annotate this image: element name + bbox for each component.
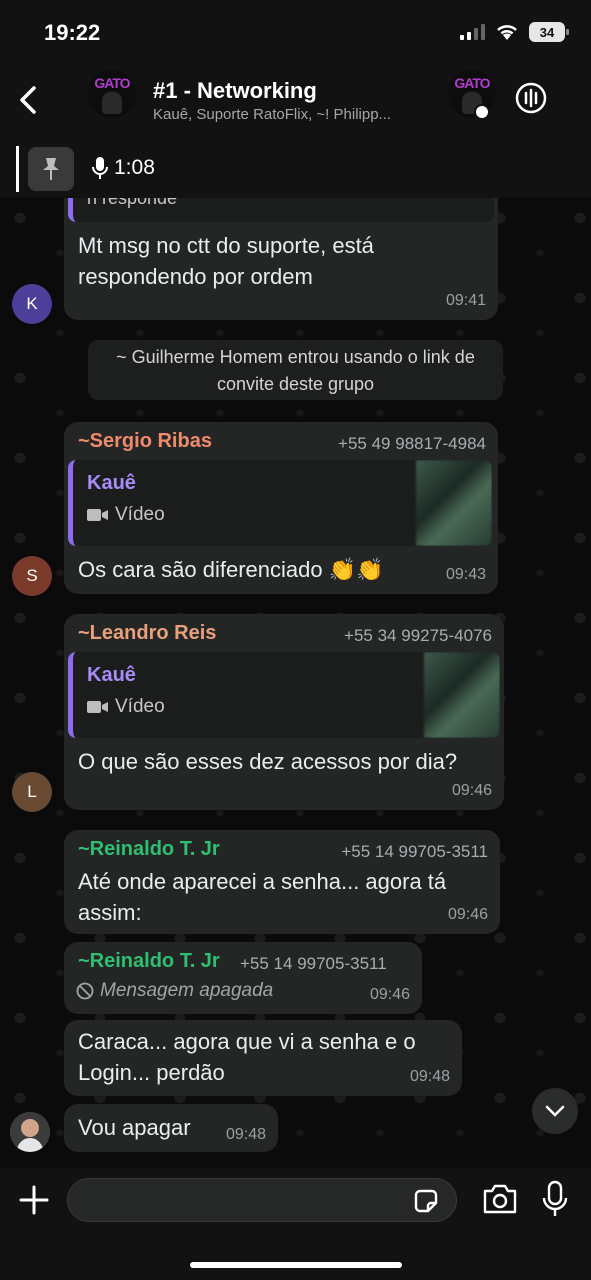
quoted-type: Vídeo (87, 504, 165, 526)
quoted-sender: Kauê (87, 472, 136, 494)
message-bubble[interactable]: Vou apagar 09:48 (64, 1104, 278, 1152)
avatar[interactable]: S (12, 556, 52, 596)
chevron-down-icon (545, 1105, 565, 1117)
chat-participants[interactable]: Kauê, Suporte RatoFlix, ~! Philipp... (153, 106, 443, 123)
message-bubble[interactable]: ~Sergio Ribas +55 49 98817-4984 Kauê Víd… (64, 422, 498, 594)
message-bubble[interactable]: n responde Mt msg no ctt do suporte, est… (64, 198, 498, 320)
sender-name[interactable]: ~Leandro Reis (78, 622, 216, 645)
quoted-type: Vídeo (87, 696, 165, 718)
message-time: 09:41 (445, 292, 486, 309)
video-icon (87, 509, 108, 521)
message-input[interactable] (67, 1178, 457, 1222)
plus-icon[interactable] (18, 1184, 50, 1216)
chat-area[interactable]: n responde Mt msg no ctt do suporte, est… (0, 198, 591, 1168)
message-time: 09:48 (409, 1068, 450, 1085)
message-bubble[interactable]: Caraca... agora que vi a senha e o Login… (64, 1020, 462, 1096)
sender-name[interactable]: ~Sergio Ribas (78, 430, 212, 453)
message-text: O que são esses dez acessos por dia? (78, 749, 458, 774)
sender-phone: +55 34 99275-4076 (344, 626, 492, 645)
status-bar: 19:22 34 (0, 0, 591, 60)
message-text: Mt msg no ctt do suporte, está responden… (78, 233, 374, 289)
community-avatar-logo: GATO (454, 75, 490, 91)
message-text: Caraca... agora que vi a senha e o Login… (78, 1029, 416, 1085)
sender-phone: +55 49 98817-4984 (338, 434, 486, 453)
mic-icon[interactable] (542, 1180, 568, 1218)
message-bubble[interactable]: ~Leandro Reis +55 34 99275-4076 Kauê Víd… (64, 614, 504, 810)
pinned-duration: 1:08 (114, 156, 155, 179)
message-text: Os cara são diferenciado 👏👏 (78, 557, 384, 582)
quoted-message[interactable]: n responde (68, 198, 494, 222)
quoted-text: n responde (87, 198, 178, 208)
chat-header: GATO #1 - Networking Kauê, Suporte RatoF… (0, 60, 591, 140)
sender-name[interactable]: ~Reinaldo T. Jr (78, 950, 220, 973)
sticker-icon[interactable] (412, 1187, 440, 1215)
message-time: 09:46 (369, 986, 410, 1003)
pinned-audio[interactable]: 1:08 (92, 156, 155, 180)
verified-check-icon (474, 104, 490, 120)
sender-phone: +55 14 99705-3511 (341, 842, 488, 861)
scroll-down-button[interactable] (532, 1088, 578, 1134)
avatar[interactable] (10, 1112, 50, 1152)
message-time: 09:46 (451, 782, 492, 799)
system-message: ~ Guilherme Homem entrou usando o link d… (88, 340, 503, 400)
wifi-icon (497, 25, 517, 40)
back-arrow-icon[interactable] (14, 80, 44, 120)
battery-level: 34 (539, 24, 555, 40)
status-time: 19:22 (44, 20, 101, 45)
quoted-message[interactable]: Kauê Vídeo (68, 460, 492, 546)
quoted-thumbnail (424, 652, 500, 738)
message-text: Até onde aparecei a senha... agora tá as… (78, 869, 447, 925)
sender-name[interactable]: ~Reinaldo T. Jr (78, 838, 220, 861)
avatar[interactable]: K (12, 284, 52, 324)
pin-icon[interactable] (28, 147, 74, 191)
video-icon (87, 701, 108, 713)
message-text: Vou apagar (78, 1115, 191, 1140)
group-avatar[interactable]: GATO (88, 70, 136, 118)
message-bubble[interactable]: ~Reinaldo T. Jr +55 14 99705-3511 Mensag… (64, 942, 422, 1014)
sender-phone: +55 14 99705-3511 (240, 954, 387, 973)
quoted-message[interactable]: Kauê Vídeo (68, 652, 500, 738)
avatar[interactable]: L (12, 772, 52, 812)
quoted-thumbnail (416, 460, 492, 546)
group-avatar-logo: GATO (94, 75, 130, 91)
group-call-icon[interactable] (513, 80, 549, 116)
message-time: 09:43 (445, 566, 486, 583)
signal-icon (460, 24, 485, 40)
chat-title[interactable]: #1 - Networking (153, 78, 317, 104)
pinned-indicator (16, 146, 19, 192)
status-icons: 34 (460, 22, 569, 42)
home-indicator (190, 1262, 402, 1268)
deleted-message: Mensagem apagada (76, 980, 273, 1002)
deleted-icon (76, 982, 94, 1000)
mic-icon (92, 157, 108, 179)
message-composer (0, 1168, 591, 1280)
battery-icon: 34 (529, 22, 569, 42)
quoted-sender: Kauê (87, 664, 136, 686)
message-bubble[interactable]: ~Reinaldo T. Jr +55 14 99705-3511 Até on… (64, 830, 500, 934)
message-time: 09:46 (447, 906, 488, 923)
message-time: 09:48 (225, 1126, 266, 1143)
camera-icon[interactable] (482, 1182, 518, 1216)
pinned-message-bar[interactable]: 1:08 (0, 140, 591, 198)
